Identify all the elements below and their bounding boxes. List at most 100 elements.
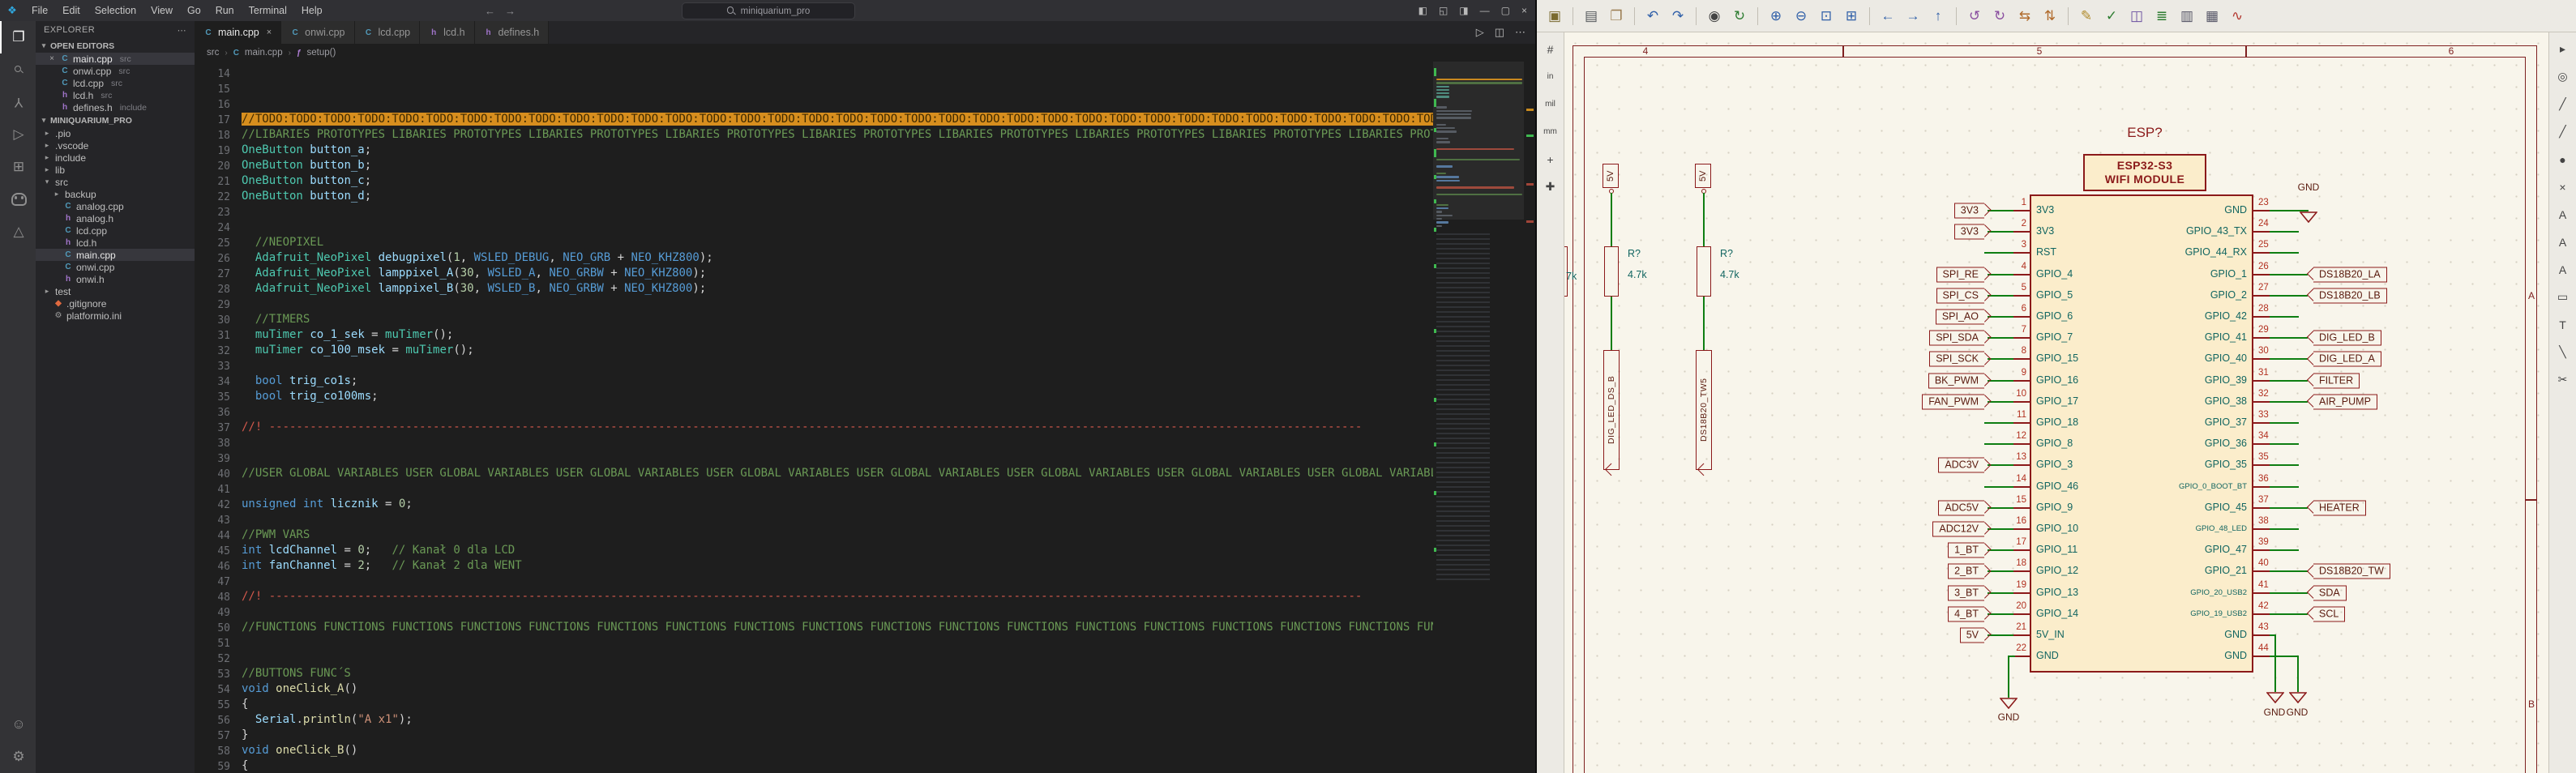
line-number[interactable]: 45 xyxy=(195,544,230,559)
split-editor-button[interactable]: ◫ xyxy=(1495,26,1504,39)
grid-icon[interactable]: # xyxy=(1540,39,1560,59)
mirror-h-icon[interactable]: ⇆ xyxy=(2013,5,2036,28)
gnd-symbol[interactable] xyxy=(2000,698,2018,709)
wire[interactable] xyxy=(2270,295,2308,297)
menu-item-run[interactable]: Run xyxy=(208,5,242,16)
wire[interactable] xyxy=(2270,486,2299,488)
line-number[interactable]: 48 xyxy=(195,590,230,605)
line-number[interactable]: 15 xyxy=(195,82,230,97)
layout-sidebar-icon[interactable]: ◧ xyxy=(1419,5,1427,16)
menu-item-file[interactable]: File xyxy=(24,5,55,16)
global-label-spi_re[interactable]: SPI_RE xyxy=(1936,267,1984,282)
line-number[interactable]: 35 xyxy=(195,390,230,405)
wire[interactable] xyxy=(1703,193,1705,246)
hier-label-tool-icon[interactable]: A xyxy=(2552,259,2573,280)
tab-main.cpp[interactable]: Cmain.cpp× xyxy=(195,21,281,44)
pin-stub[interactable] xyxy=(2253,634,2270,636)
code-line[interactable]: //PWM VARS xyxy=(242,528,1433,544)
pin-stub[interactable] xyxy=(2013,316,2030,318)
open-editors-header[interactable]: ▾ OPEN EDITORS xyxy=(36,39,195,53)
explorer-icon[interactable]: ❐ xyxy=(0,21,36,53)
units-mm-icon[interactable]: mm xyxy=(1540,122,1560,142)
tree-item-lib[interactable]: ▸lib xyxy=(36,164,195,176)
bom-icon[interactable]: ▥ xyxy=(2176,5,2198,28)
tree-item-analog.cpp[interactable]: Canalog.cpp xyxy=(36,200,195,212)
power-label-gnd[interactable]: GND xyxy=(2279,707,2315,718)
line-number[interactable]: 47 xyxy=(195,574,230,590)
wire[interactable] xyxy=(2270,358,2308,360)
pin-stub[interactable] xyxy=(2013,358,2030,360)
wire[interactable] xyxy=(1611,193,1612,246)
refresh-icon[interactable]: ↻ xyxy=(1728,5,1751,28)
junction-tool-icon[interactable]: ● xyxy=(2552,149,2573,169)
pin-stub[interactable] xyxy=(2013,570,2030,572)
line-number[interactable]: 51 xyxy=(195,636,230,651)
code-line[interactable]: OneButton button_a; xyxy=(242,143,1433,159)
power-label-gnd[interactable]: GND xyxy=(2291,182,2326,193)
tab-defines.h[interactable]: hdefines.h xyxy=(475,21,550,44)
line-number[interactable]: 55 xyxy=(195,698,230,713)
pin-stub[interactable] xyxy=(2253,613,2270,615)
pin-stub[interactable] xyxy=(2013,274,2030,275)
code-line[interactable] xyxy=(242,451,1433,467)
global-label-ds18b20_tw[interactable]: DS18B20_TW xyxy=(2313,564,2390,579)
pin-stub[interactable] xyxy=(2253,358,2270,360)
menu-item-edit[interactable]: Edit xyxy=(55,5,88,16)
line-number[interactable]: 33 xyxy=(195,359,230,374)
code-line[interactable]: OneButton button_c; xyxy=(242,174,1433,190)
tree-item-onwi.cpp[interactable]: Conwi.cpp xyxy=(36,261,195,273)
wire[interactable] xyxy=(2270,656,2299,657)
minimize-icon[interactable]: — xyxy=(1480,5,1490,16)
code-line[interactable]: //TODO:TODO:TODO:TODO:TODO:TODO:TODO:TOD… xyxy=(242,113,1433,128)
breadcrumb-item[interactable]: main.cpp xyxy=(245,48,283,58)
line-number[interactable]: 41 xyxy=(195,482,230,498)
wire[interactable] xyxy=(2270,613,2308,615)
wire[interactable] xyxy=(1984,443,2013,445)
wire[interactable] xyxy=(2297,656,2299,692)
global-label-adc12v[interactable]: ADC12V xyxy=(1932,522,1984,537)
tree-item-backup[interactable]: ▸backup xyxy=(36,188,195,200)
global-label-spi_ao[interactable]: SPI_AO xyxy=(1936,310,1984,325)
line-number[interactable]: 25 xyxy=(195,236,230,251)
line-number[interactable]: 27 xyxy=(195,267,230,282)
layout-panel-icon[interactable]: ◱ xyxy=(1439,5,1448,16)
code-line[interactable] xyxy=(242,651,1433,667)
project-header[interactable]: ▾ MINIQUARIUM_PRO xyxy=(36,113,195,127)
code-line[interactable]: void oneClick_B() xyxy=(242,744,1433,759)
line-number[interactable]: 19 xyxy=(195,143,230,159)
line-number[interactable]: 52 xyxy=(195,651,230,667)
menu-item-view[interactable]: View xyxy=(143,5,180,16)
delete-tool-icon[interactable]: ✂ xyxy=(2552,369,2573,390)
global-label-spi_sda[interactable]: SPI_SDA xyxy=(1929,331,1984,346)
rotate-ccw-icon[interactable]: ↺ xyxy=(1963,5,1986,28)
line-number[interactable]: 14 xyxy=(195,66,230,82)
testing-icon[interactable]: △ xyxy=(0,216,36,248)
paste-icon[interactable]: ❐ xyxy=(1605,5,1628,28)
global-label-spi_sck[interactable]: SPI_SCK xyxy=(1929,352,1984,367)
line-number[interactable]: 49 xyxy=(195,605,230,621)
open-editor-item-onwi.cpp[interactable]: Conwi.cppsrc xyxy=(36,65,195,77)
code-line[interactable] xyxy=(242,513,1433,528)
pin-stub[interactable] xyxy=(2013,656,2030,657)
wire[interactable] xyxy=(2270,337,2308,339)
up-hierarchy-icon[interactable]: ↑ xyxy=(1927,5,1949,28)
line-number[interactable]: 59 xyxy=(195,759,230,773)
pin-stub[interactable] xyxy=(2013,337,2030,339)
code-line[interactable]: bool trig_co100ms; xyxy=(242,390,1433,405)
tree-item-.vscode[interactable]: ▸.vscode xyxy=(36,139,195,152)
pin-stub[interactable] xyxy=(2253,464,2270,466)
wire[interactable] xyxy=(2274,634,2276,692)
code-line[interactable]: //! ------------------------------------… xyxy=(242,590,1433,605)
tree-item-main.cpp[interactable]: Cmain.cpp xyxy=(36,249,195,261)
resistor-reference[interactable]: R? xyxy=(1720,248,1733,259)
line-number[interactable]: 29 xyxy=(195,297,230,313)
line-number[interactable]: 38 xyxy=(195,436,230,451)
cursor-icon[interactable]: + xyxy=(1540,149,1560,169)
wire[interactable] xyxy=(2270,422,2299,424)
code-content[interactable]: //TODO:TODO:TODO:TODO:TODO:TODO:TODO:TOD… xyxy=(242,66,1433,773)
global-label-air_pump[interactable]: AIR_PUMP xyxy=(2313,394,2377,409)
save-icon[interactable]: ▣ xyxy=(1543,5,1566,28)
line-number[interactable]: 46 xyxy=(195,559,230,574)
wire-tool-icon[interactable]: ╱ xyxy=(2552,94,2573,114)
nav-back-button[interactable]: ← xyxy=(485,5,495,17)
